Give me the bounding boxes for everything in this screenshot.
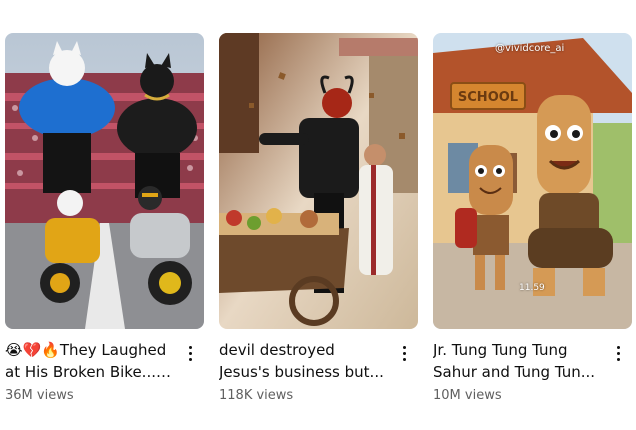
view-count: 118K views xyxy=(219,388,294,403)
overlay-timestamp: 11.59 xyxy=(519,283,545,293)
devil-and-jesus-market-thumbnail xyxy=(219,33,418,329)
short-title[interactable]: devil destroyed Jesus's business but... xyxy=(219,339,388,383)
view-count: 10M views xyxy=(433,388,502,403)
short-card[interactable]: devil destroyed Jesus's business but... … xyxy=(219,33,418,403)
muscular-cats-on-motorbikes-thumbnail xyxy=(5,33,204,329)
short-card[interactable]: SCHOOL @vividcore_ai 11.59 Jr. Tung Tung… xyxy=(433,33,632,403)
short-thumbnail[interactable]: SCHOOL @vividcore_ai 11.59 xyxy=(433,33,632,329)
short-thumbnail[interactable] xyxy=(5,33,204,329)
short-title[interactable]: 😭💔🔥They Laughed at His Broken Bike... ..… xyxy=(5,339,174,383)
short-meta: devil destroyed Jesus's business but... … xyxy=(219,339,418,403)
short-meta: 😭💔🔥They Laughed at His Broken Bike... ..… xyxy=(5,339,204,403)
school-sign-text: SCHOOL xyxy=(458,90,518,105)
short-card[interactable]: 😭💔🔥They Laughed at His Broken Bike... ..… xyxy=(5,33,204,403)
view-count: 36M views xyxy=(5,388,74,403)
short-meta: Jr. Tung Tung Tung Sahur and Tung Tun...… xyxy=(433,339,632,403)
more-vert-icon[interactable] xyxy=(180,341,200,365)
more-vert-icon[interactable] xyxy=(394,341,414,365)
channel-watermark: @vividcore_ai xyxy=(495,43,565,54)
shorts-grid: 😭💔🔥They Laughed at His Broken Bike... ..… xyxy=(0,0,636,430)
short-thumbnail[interactable] xyxy=(219,33,418,329)
short-title[interactable]: Jr. Tung Tung Tung Sahur and Tung Tun... xyxy=(433,339,602,383)
more-vert-icon[interactable] xyxy=(608,341,628,365)
